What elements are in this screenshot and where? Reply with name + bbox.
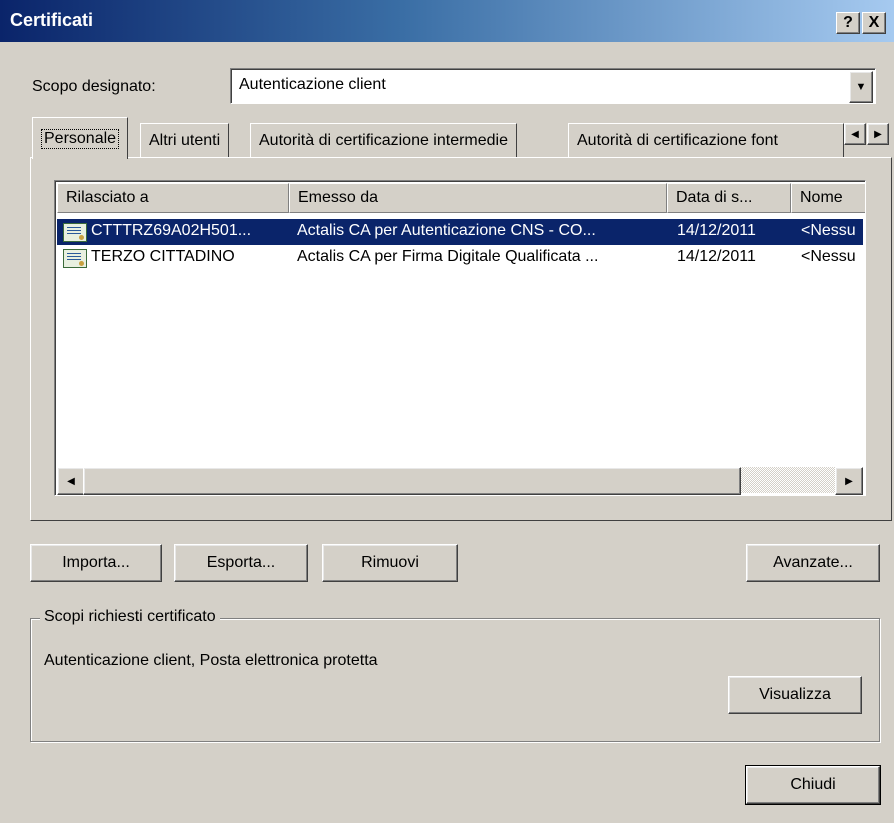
scroll-right-button[interactable]: ▶ [835,467,863,495]
help-button[interactable]: ? [836,12,860,34]
button-label: Visualizza [759,686,831,703]
arrow-right-icon: ▶ [874,128,882,140]
tab-label: Personale [41,128,120,149]
button-label: Chiudi [790,776,836,793]
button-label: Avanzate... [773,554,853,571]
title-bar: Certificati ? X [0,0,894,42]
import-button[interactable]: Importa... [30,544,162,582]
chevron-down-icon: ▼ [855,81,867,93]
remove-button[interactable]: Rimuovi [322,544,458,582]
column-header-name[interactable]: Nome [791,183,865,213]
close-button[interactable]: Chiudi [746,766,880,804]
tab-label: Autorità di certificazione font [577,131,778,149]
arrow-right-icon: ▶ [845,475,853,487]
scrollbar-thumb[interactable] [83,467,741,495]
help-icon: ? [843,14,853,31]
scroll-left-button[interactable]: ◀ [57,467,85,495]
tab-label: Autorità di certificazione intermedie [259,131,509,149]
tab-scroll-left-button[interactable]: ◀ [844,123,866,145]
arrow-left-icon: ◀ [851,128,859,140]
certificate-icon [63,223,87,242]
tab-autorita-intermedie[interactable]: Autorità di certificazione intermedie [250,123,518,157]
tab-altri-utenti[interactable]: Altri utenti [140,123,230,157]
advanced-button[interactable]: Avanzate... [746,544,880,582]
group-legend: Scopi richiesti certificato [40,608,220,626]
purpose-label: Scopo designato: [32,78,156,95]
view-button[interactable]: Visualizza [728,676,862,714]
certificate-purposes-text: Autenticazione client, Posta elettronica… [44,652,378,669]
window-title: Certificati [10,10,94,30]
close-icon: X [868,14,880,31]
cell-issued-to: TERZO CITTADINO [91,248,235,265]
purpose-dropdown-button[interactable]: ▼ [849,71,873,103]
cell-date: 14/12/2011 [677,222,756,239]
export-button[interactable]: Esporta... [174,544,308,582]
arrow-left-icon: ◀ [67,475,75,487]
horizontal-scrollbar[interactable]: ◀ ▶ [57,467,863,495]
purpose-select[interactable]: Autenticazione client ▼ [230,68,876,104]
column-header-issued-to[interactable]: Rilasciato a [57,183,289,213]
column-header-date[interactable]: Data di s... [667,183,791,213]
button-label: Esporta... [206,554,276,571]
cell-issued-to: CTTTRZ69A02H501... [91,222,252,239]
certificate-icon [63,249,87,268]
tab-scroll-right-button[interactable]: ▶ [867,123,889,145]
cell-name: <Nessu [801,222,856,239]
purpose-value: Autenticazione client [239,76,386,93]
cell-issued-by: Actalis CA per Autenticazione CNS - CO..… [297,222,596,239]
column-header-issued-by[interactable]: Emesso da [289,183,667,213]
tab-label: Altri utenti [149,131,221,149]
table-row[interactable]: TERZO CITTADINO Actalis CA per Firma Dig… [57,245,863,271]
cell-name: <Nessu [801,248,856,265]
button-label: Importa... [62,554,130,571]
table-row[interactable]: CTTTRZ69A02H501... Actalis CA per Autent… [57,219,863,245]
certificate-list[interactable]: Rilasciato a Emesso da Data di s... Nome… [54,180,866,496]
tab-autorita-fonti[interactable]: Autorità di certificazione font [568,123,844,157]
button-label: Rimuovi [361,554,419,571]
cell-issued-by: Actalis CA per Firma Digitale Qualificat… [297,248,599,265]
tab-personale[interactable]: Personale [32,117,129,159]
cell-date: 14/12/2011 [677,248,756,265]
close-window-button[interactable]: X [862,12,886,34]
